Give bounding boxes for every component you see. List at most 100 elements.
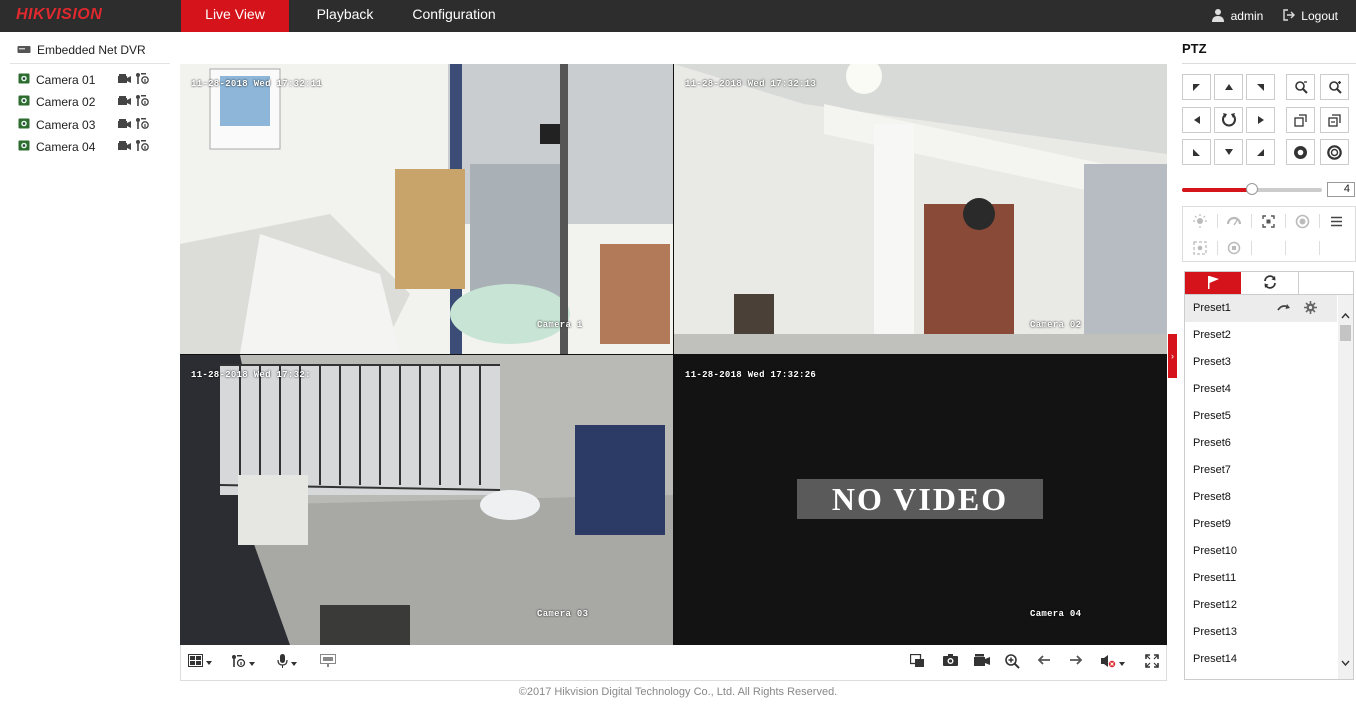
tab-pattern[interactable] bbox=[1299, 272, 1353, 294]
tab-playback[interactable]: Playback bbox=[300, 0, 390, 32]
chevron-down-icon bbox=[1118, 656, 1126, 670]
preset-item-11[interactable]: Preset11 bbox=[1185, 565, 1337, 592]
lens-init-icon[interactable] bbox=[1285, 208, 1319, 234]
digital-zoom-button[interactable] bbox=[320, 654, 336, 670]
video-window-1[interactable]: 11-28-2018 Wed 17:32:11 Camera 1 bbox=[180, 64, 673, 354]
logout-icon[interactable] bbox=[1283, 8, 1296, 24]
capture-button[interactable] bbox=[943, 654, 958, 669]
preset-item-2[interactable]: Preset2 bbox=[1185, 322, 1337, 349]
osd-timestamp: 11-28-2018 Wed 17:32:11 bbox=[191, 79, 323, 89]
camera-label[interactable]: Camera 02 bbox=[36, 95, 114, 109]
ptz-auto-button[interactable] bbox=[1214, 107, 1243, 133]
stream-type-icon bbox=[231, 654, 246, 671]
light-icon[interactable] bbox=[1183, 208, 1217, 234]
logout-link[interactable]: Logout bbox=[1301, 9, 1338, 23]
stream-settings-icon[interactable] bbox=[135, 94, 149, 110]
ptz-down-button[interactable] bbox=[1214, 139, 1243, 165]
set-preset-gear-icon[interactable] bbox=[1304, 301, 1317, 317]
focus-near-button[interactable] bbox=[1286, 107, 1315, 133]
iris-open-button[interactable] bbox=[1286, 139, 1315, 165]
preset-scrollbar[interactable] bbox=[1338, 295, 1353, 679]
stream-settings-icon[interactable] bbox=[135, 72, 149, 88]
camera-item-04[interactable]: Camera 04 bbox=[18, 138, 149, 156]
preset-item-10[interactable]: Preset10 bbox=[1185, 538, 1337, 565]
volume-button[interactable] bbox=[1100, 654, 1126, 671]
stream-settings-icon[interactable] bbox=[135, 139, 149, 155]
ptz-up-button[interactable] bbox=[1214, 74, 1243, 100]
preset-item-5[interactable]: Preset5 bbox=[1185, 403, 1337, 430]
chevron-down-icon[interactable] bbox=[1341, 655, 1350, 669]
divider bbox=[10, 63, 170, 64]
record-icon[interactable] bbox=[118, 95, 131, 109]
preset-item-12[interactable]: Preset12 bbox=[1185, 592, 1337, 619]
preset-item-14[interactable]: Preset14 bbox=[1185, 646, 1337, 673]
ptz-down-left-button[interactable] bbox=[1182, 139, 1211, 165]
iris-close-button[interactable] bbox=[1320, 139, 1349, 165]
record-icon[interactable] bbox=[118, 73, 131, 87]
video-window-4[interactable]: 11-28-2018 Wed 17:32:26 NO VIDEO Camera … bbox=[674, 355, 1167, 645]
call-preset-icon[interactable] bbox=[1277, 302, 1291, 316]
ptz-left-button[interactable] bbox=[1182, 107, 1211, 133]
ptz-speed-slider[interactable] bbox=[1182, 183, 1322, 195]
ptz-tabs bbox=[1184, 271, 1354, 295]
stream-settings-icon[interactable] bbox=[135, 117, 149, 133]
fullscreen-icon bbox=[1145, 654, 1159, 671]
previous-page-button[interactable] bbox=[1037, 654, 1051, 669]
record-icon[interactable] bbox=[118, 118, 131, 132]
ptz-right-button[interactable] bbox=[1246, 107, 1275, 133]
next-page-icon bbox=[1069, 654, 1083, 669]
preset-item-7[interactable]: Preset7 bbox=[1185, 457, 1337, 484]
camera-item-01[interactable]: Camera 01 bbox=[18, 71, 149, 89]
3d-zoom-icon[interactable] bbox=[1217, 235, 1251, 261]
capture-icon bbox=[943, 654, 958, 669]
camera-item-02[interactable]: Camera 02 bbox=[18, 93, 149, 111]
scrollbar-thumb[interactable] bbox=[1340, 325, 1351, 341]
ptz-up-right-button[interactable] bbox=[1246, 74, 1275, 100]
audio-talk-button[interactable] bbox=[277, 654, 298, 671]
tab-live-view[interactable]: Live View bbox=[181, 0, 289, 32]
camera-label[interactable]: Camera 04 bbox=[36, 140, 114, 154]
video-window-2[interactable]: 11-28-2018 Wed 17:32:13 Camera 02 bbox=[674, 64, 1167, 354]
record-button[interactable] bbox=[974, 654, 990, 669]
video-window-3[interactable]: 11-28-2018 Wed 17:32: Camera 03 bbox=[180, 355, 673, 645]
preset-item-8[interactable]: Preset8 bbox=[1185, 484, 1337, 511]
camera-label[interactable]: Camera 03 bbox=[36, 118, 114, 132]
copyright-footer: ©2017 Hikvision Digital Technology Co., … bbox=[518, 686, 838, 698]
osd-camera-name: Camera 04 bbox=[1030, 609, 1082, 619]
fullscreen-button[interactable] bbox=[1145, 654, 1159, 671]
ptz-down-right-button[interactable] bbox=[1246, 139, 1275, 165]
preset-item-3[interactable]: Preset3 bbox=[1185, 349, 1337, 376]
zoom-out-button[interactable] bbox=[1286, 74, 1315, 100]
username-label[interactable]: admin bbox=[1231, 9, 1264, 23]
stream-type-button[interactable] bbox=[231, 654, 256, 671]
manual-tracking-icon[interactable] bbox=[1183, 235, 1217, 261]
wiper-icon[interactable] bbox=[1217, 208, 1251, 234]
menu-icon[interactable] bbox=[1319, 208, 1353, 234]
tab-preset[interactable] bbox=[1185, 272, 1241, 294]
preset-item-4[interactable]: Preset4 bbox=[1185, 376, 1337, 403]
record-icon[interactable] bbox=[118, 140, 131, 154]
device-node[interactable]: Embedded Net DVR bbox=[17, 43, 146, 57]
camera-label[interactable]: Camera 01 bbox=[36, 73, 114, 87]
stop-all-preview-button[interactable] bbox=[909, 653, 925, 671]
camera-item-03[interactable]: Camera 03 bbox=[18, 116, 149, 134]
preset-item-6[interactable]: Preset6 bbox=[1185, 430, 1337, 457]
tab-configuration[interactable]: Configuration bbox=[404, 0, 504, 32]
ptz-up-left-button[interactable] bbox=[1182, 74, 1211, 100]
auxiliary-focus-icon[interactable] bbox=[1251, 208, 1285, 234]
preset-item-9[interactable]: Preset9 bbox=[1185, 511, 1337, 538]
ptz-speed-value: 4 bbox=[1327, 182, 1355, 197]
next-page-button[interactable] bbox=[1069, 654, 1083, 669]
slider-handle[interactable] bbox=[1246, 183, 1258, 195]
preset-item-13[interactable]: Preset13 bbox=[1185, 619, 1337, 646]
chevron-up-icon[interactable] bbox=[1341, 308, 1350, 322]
digital-zoom-in-button[interactable] bbox=[1005, 654, 1020, 672]
focus-far-button[interactable] bbox=[1320, 107, 1349, 133]
divider bbox=[1319, 241, 1320, 255]
zoom-in-button[interactable] bbox=[1320, 74, 1349, 100]
tab-patrol[interactable] bbox=[1242, 272, 1299, 294]
collapse-panel-handle[interactable]: › bbox=[1168, 334, 1177, 378]
chevron-down-icon bbox=[290, 656, 298, 670]
camera-feed-2 bbox=[674, 64, 1167, 354]
window-layout-button[interactable] bbox=[188, 654, 213, 670]
